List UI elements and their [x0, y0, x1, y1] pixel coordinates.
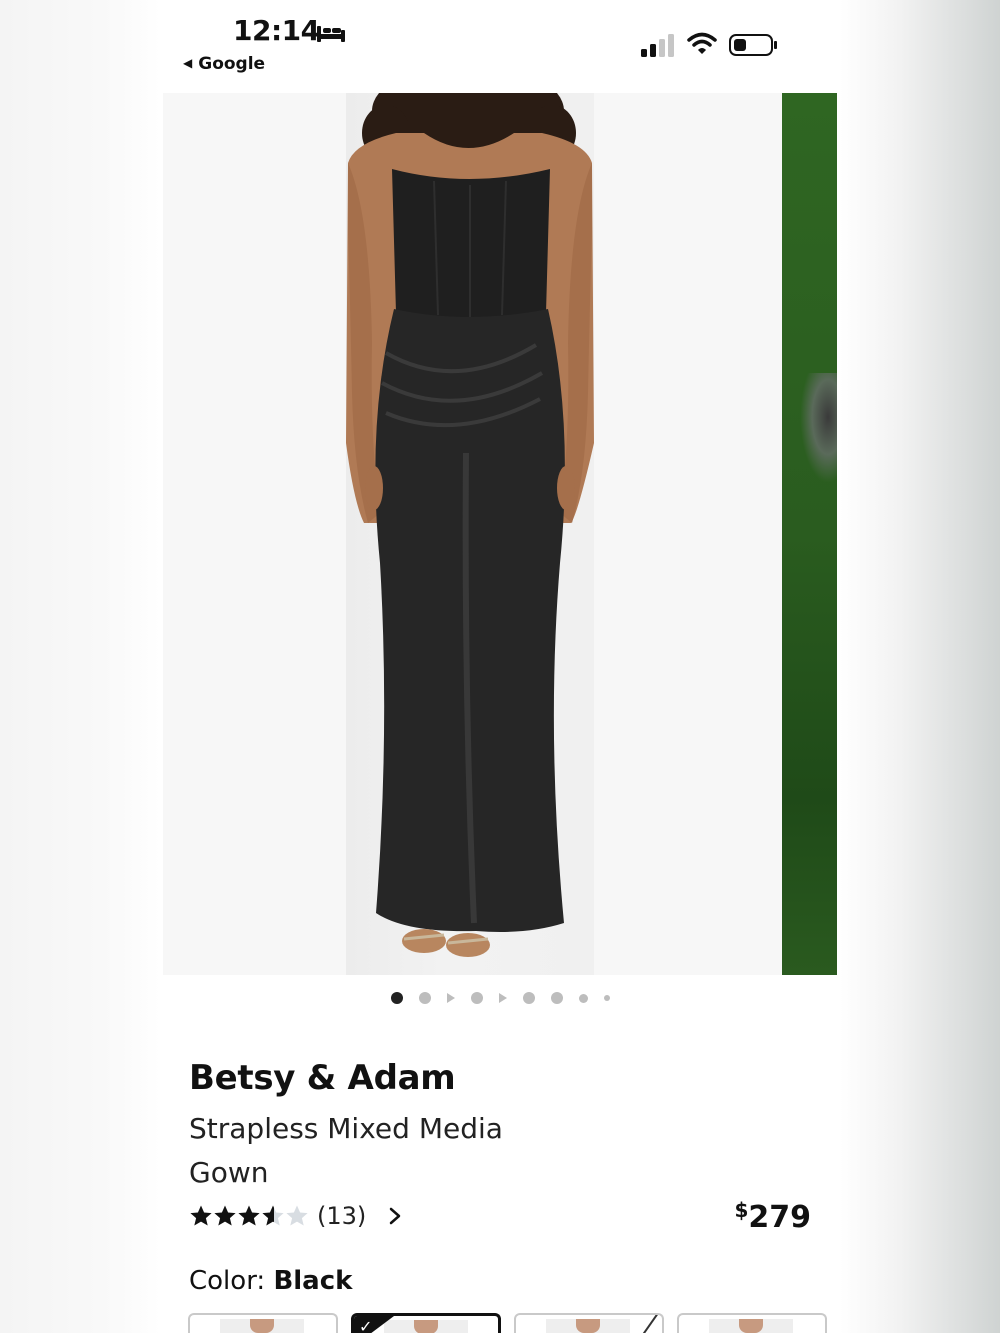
selected-color-value: Black: [273, 1266, 353, 1296]
color-swatch-1[interactable]: [188, 1313, 338, 1333]
gallery-dot-6[interactable]: [522, 992, 535, 1004]
price-amount: 279: [748, 1200, 811, 1235]
color-swatch-3-unavailable[interactable]: [514, 1313, 664, 1333]
gallery-video-dot-5[interactable]: [498, 993, 507, 1003]
back-app-label: Google: [198, 54, 266, 74]
swatch-thumbnail: [709, 1319, 793, 1333]
color-swatch-4[interactable]: [677, 1313, 827, 1333]
product-title: Strapless Mixed Media Gown: [189, 1112, 503, 1189]
gallery-dot-2[interactable]: [418, 992, 431, 1004]
swatch-thumbnail: [546, 1319, 630, 1333]
back-triangle-icon: ◀: [183, 56, 193, 70]
color-label: Color:: [189, 1266, 266, 1296]
gallery-dot-8[interactable]: [578, 993, 588, 1003]
gallery-dot-4[interactable]: [470, 992, 483, 1004]
bed-icon: [317, 26, 345, 42]
phone-screen: 12:14 ◀ Google Betsy & Adam Strapless Mi…: [163, 0, 837, 1333]
star-empty-icon: [286, 1205, 308, 1226]
back-to-google-link[interactable]: ◀ Google: [183, 54, 265, 74]
star-filled-icon: [190, 1205, 212, 1226]
swatch-thumbnail: [220, 1319, 304, 1333]
model-in-black-gown-image: [346, 93, 594, 957]
gallery-dot-9[interactable]: [603, 995, 610, 1001]
star-filled-icon: [214, 1205, 236, 1226]
product-image-gallery[interactable]: [163, 93, 837, 975]
color-selection-label: Color: Black: [189, 1266, 352, 1296]
product-photo-next-peek[interactable]: [782, 93, 837, 975]
gallery-dot-1[interactable]: [390, 992, 403, 1004]
wifi-icon: [687, 32, 717, 54]
product-brand[interactable]: Betsy & Adam: [189, 1058, 456, 1098]
checkmark-icon: ✓: [359, 1319, 373, 1333]
battery-icon: [729, 34, 777, 56]
product-photo-main[interactable]: [346, 93, 594, 975]
product-price: $279: [734, 1198, 811, 1235]
swatch-thumbnail: [384, 1320, 468, 1333]
star-filled-icon: [238, 1205, 260, 1226]
gallery-dot-7[interactable]: [550, 992, 563, 1004]
color-swatches: ✓: [188, 1313, 827, 1333]
star-rating: [189, 1204, 309, 1228]
status-time: 12:14: [233, 14, 320, 47]
gallery-video-dot-3[interactable]: [446, 993, 455, 1003]
color-swatch-black-selected[interactable]: ✓: [351, 1313, 501, 1333]
rating-row[interactable]: (13): [189, 1202, 402, 1230]
star-half-icon: [262, 1205, 284, 1226]
price-currency: $: [734, 1198, 749, 1222]
signal-icon: [641, 34, 674, 57]
review-count[interactable]: (13): [317, 1202, 366, 1230]
gallery-pagination: [163, 990, 837, 1006]
chevron-right-icon[interactable]: [388, 1206, 402, 1226]
